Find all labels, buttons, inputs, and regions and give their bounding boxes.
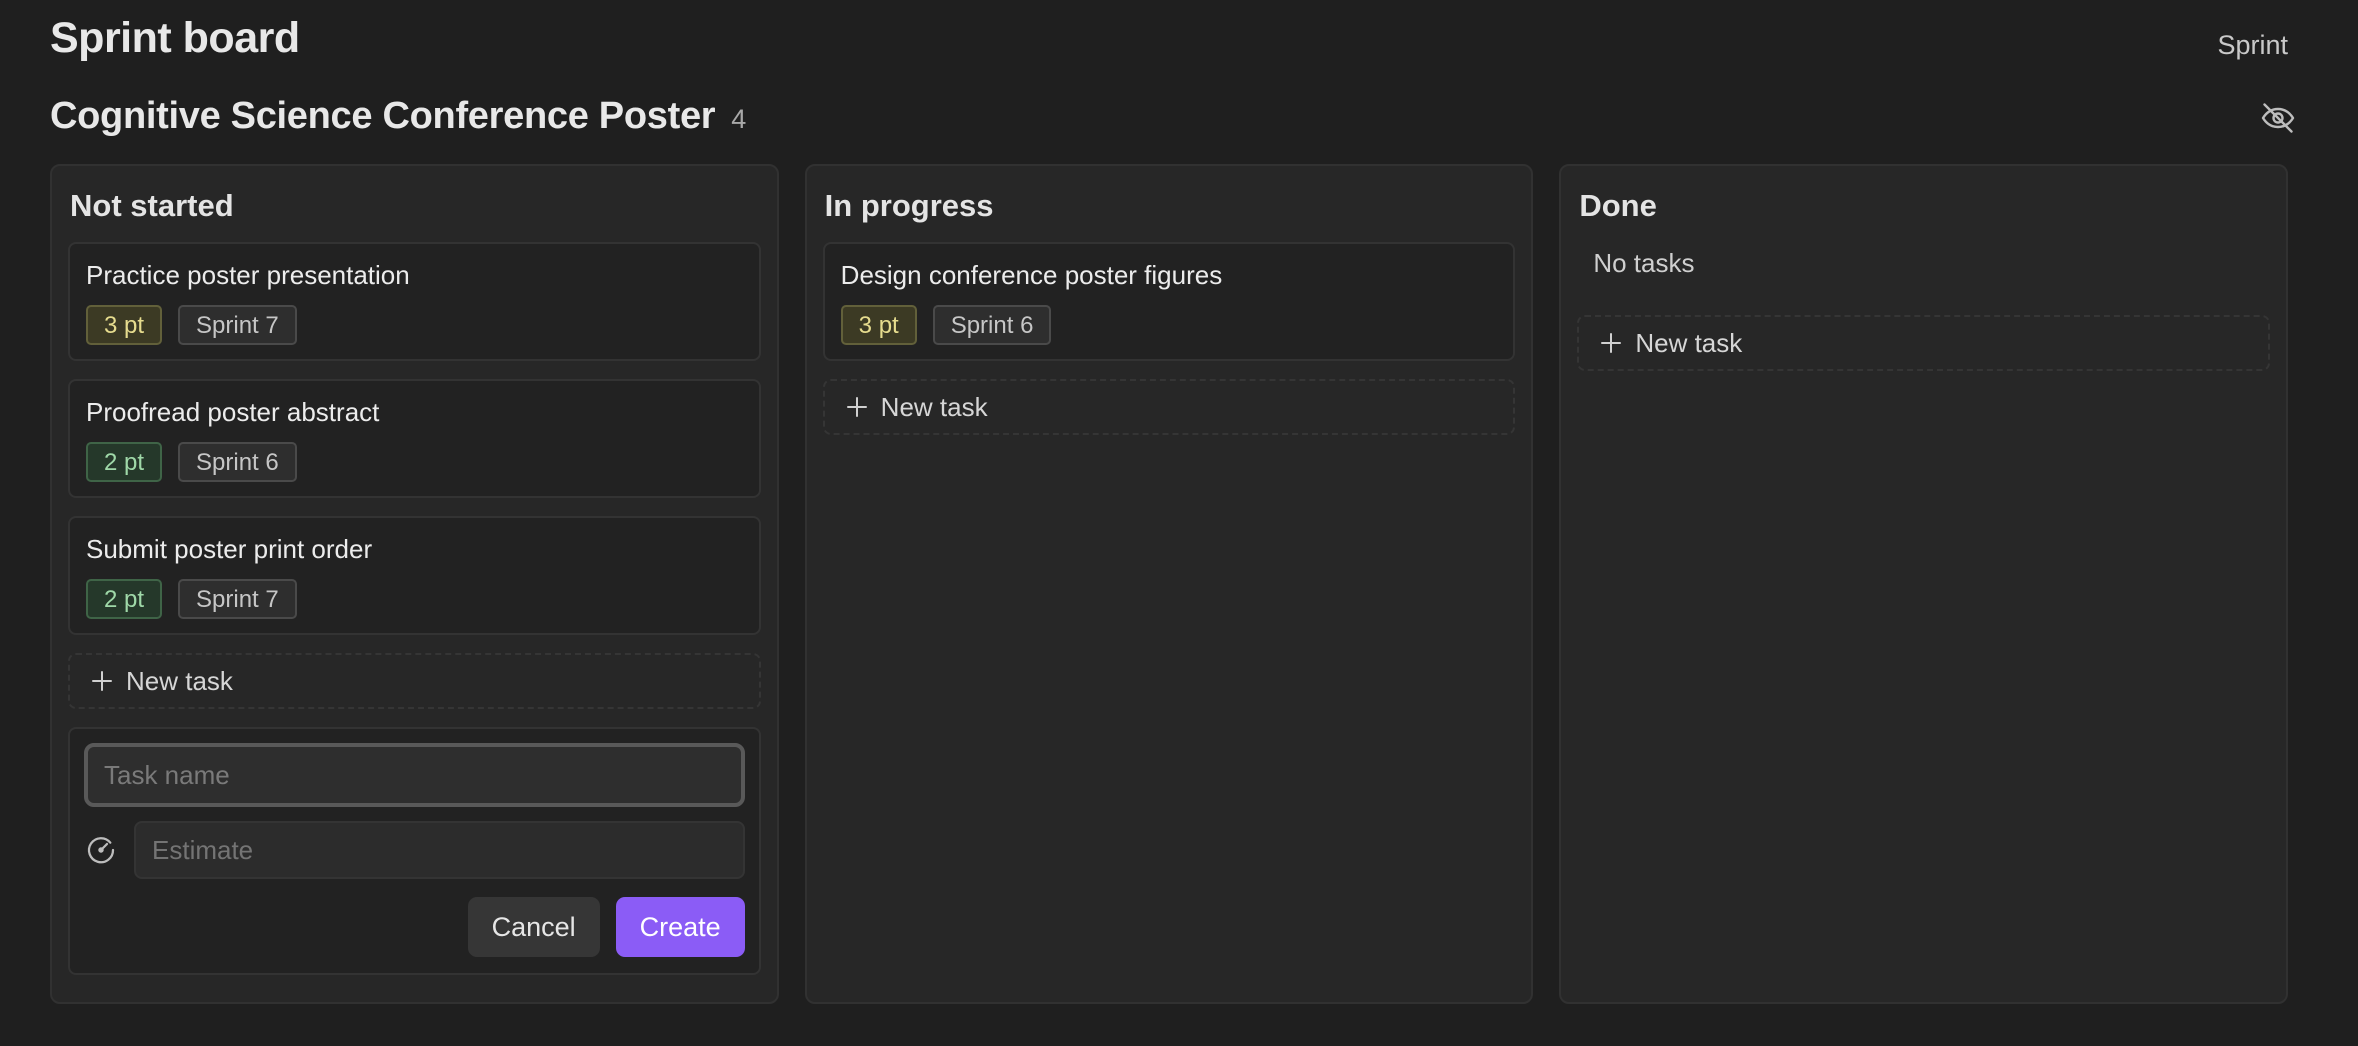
new-task-button[interactable]: New task <box>68 653 761 709</box>
sprint-badge: Sprint 7 <box>178 579 297 619</box>
plus-icon <box>90 669 114 693</box>
task-card[interactable]: Design conference poster figures 3 pt Sp… <box>822 242 1516 361</box>
plus-icon <box>845 395 869 419</box>
task-title: Practice poster presentation <box>86 260 410 290</box>
sprint-badge: Sprint 6 <box>178 442 297 482</box>
board-header: Cognitive Science Conference Poster 4 <box>50 95 746 138</box>
points-badge: 3 pt <box>86 305 163 345</box>
plus-icon <box>1599 331 1623 355</box>
task-title: Design conference poster figures <box>840 260 1223 290</box>
new-task-label: New task <box>126 665 233 696</box>
estimate-row <box>84 821 745 879</box>
task-tags: 2 pt Sprint 6 <box>86 442 743 482</box>
task-tags: 3 pt Sprint 6 <box>840 305 1498 345</box>
column-title: Not started <box>70 188 234 223</box>
column-in-progress: In progress Design conference poster fig… <box>804 164 1534 1004</box>
eye-off-icon <box>2261 103 2295 133</box>
points-badge: 2 pt <box>86 579 163 619</box>
task-card[interactable]: Practice poster presentation 3 pt Sprint… <box>68 242 761 361</box>
new-task-label: New task <box>1635 327 1743 358</box>
column-done: Done No tasks New task <box>1559 164 2289 1004</box>
cancel-button[interactable]: Cancel <box>467 897 600 957</box>
task-title: Submit poster print order <box>86 534 373 564</box>
points-badge: 2 pt <box>86 442 163 482</box>
create-button[interactable]: Create <box>615 897 745 957</box>
task-tags: 2 pt Sprint 7 <box>86 579 743 619</box>
task-title: Proofread poster abstract <box>86 397 380 427</box>
new-task-button[interactable]: New task <box>1577 315 2271 371</box>
board-name: Cognitive Science Conference Poster <box>50 95 716 137</box>
estimate-input[interactable] <box>134 821 745 879</box>
new-task-form: Cancel Create <box>68 727 761 975</box>
view-switch-sprint[interactable]: Sprint <box>2217 30 2288 61</box>
sprint-badge: Sprint 7 <box>178 305 297 345</box>
task-card[interactable]: Proofread poster abstract 2 pt Sprint 6 <box>68 379 761 498</box>
task-name-input[interactable] <box>84 743 745 807</box>
page-title: Sprint board <box>50 14 300 62</box>
sprint-board-app: Sprint board Sprint Cognitive Science Co… <box>0 0 2358 1046</box>
column-title: In progress <box>824 188 994 223</box>
gauge-icon <box>84 833 118 867</box>
form-actions: Cancel Create <box>84 897 745 957</box>
new-task-label: New task <box>880 391 988 422</box>
board-columns: Not started Practice poster presentation… <box>50 164 2289 1004</box>
task-tags: 3 pt Sprint 7 <box>86 305 743 345</box>
column-title: Done <box>1579 188 1657 223</box>
new-task-button[interactable]: New task <box>822 379 1516 435</box>
task-count: 4 <box>731 104 747 134</box>
hide-toggle-button[interactable] <box>2258 98 2298 138</box>
sprint-badge: Sprint 6 <box>932 305 1052 345</box>
task-card[interactable]: Submit poster print order 2 pt Sprint 7 <box>68 516 761 635</box>
points-badge: 3 pt <box>840 305 917 345</box>
column-not-started: Not started Practice poster presentation… <box>50 164 779 1004</box>
empty-state: No tasks <box>1593 248 1695 278</box>
